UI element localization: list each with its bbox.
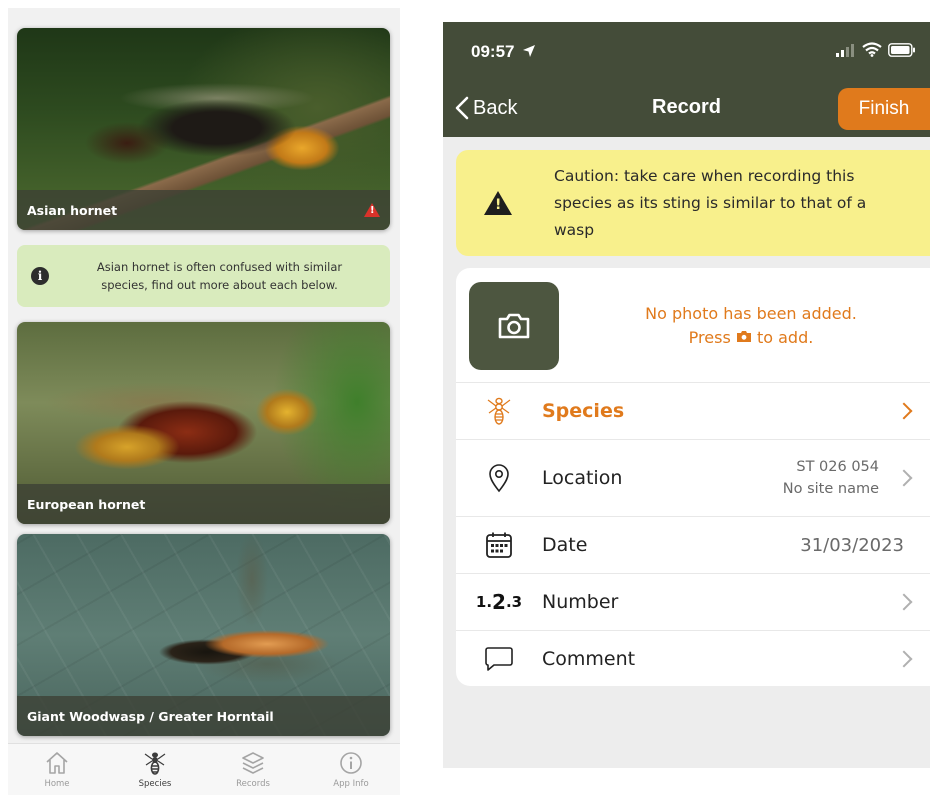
no-photo-message: No photo has been added. Press to add. (606, 302, 896, 350)
location-value: ST 026 054 No site name (783, 456, 879, 500)
species-card-giant-woodwasp[interactable]: Giant Woodwasp / Greater Horntail (17, 534, 390, 736)
location-grid-ref: ST 026 054 (796, 459, 879, 475)
caution-banner: Caution: take care when recording this s… (456, 150, 930, 256)
tab-label: App Info (333, 779, 369, 789)
no-photo-line1: No photo has been added. (645, 304, 857, 323)
comment-row[interactable]: Comment (456, 631, 930, 686)
tab-label: Species (138, 779, 172, 789)
status-bar-indicators (836, 42, 916, 57)
species-card-caption: European hornet (17, 484, 390, 524)
species-list-screen: Asian hornet i Asian hornet is often con… (8, 8, 400, 795)
bottom-tab-bar: Home Species Records App Info (8, 743, 400, 795)
camera-icon (498, 313, 530, 339)
cellular-signal-icon (836, 43, 854, 57)
info-banner: i Asian hornet is often confused with si… (17, 245, 390, 307)
species-card-caption: Giant Woodwasp / Greater Horntail (17, 696, 390, 736)
species-card-name: European hornet (27, 496, 146, 512)
comment-label: Comment (542, 647, 636, 670)
species-card-asian-hornet[interactable]: Asian hornet (17, 28, 390, 230)
info-icon: i (31, 267, 49, 285)
info-icon (340, 752, 362, 774)
location-site-name: No site name (782, 481, 879, 497)
location-label: Location (542, 467, 623, 489)
warning-icon (364, 203, 380, 217)
species-card-caption: Asian hornet (17, 190, 390, 230)
location-arrow-icon (523, 45, 536, 57)
camera-icon (736, 331, 751, 342)
no-photo-to-add: to add. (756, 328, 814, 347)
wasp-icon (483, 395, 515, 427)
calendar-icon (483, 529, 515, 561)
number-label: Number (542, 591, 619, 613)
chevron-right-icon (895, 469, 913, 487)
photo-row: No photo has been added. Press to add. (456, 268, 930, 383)
species-card-european-hornet[interactable]: European hornet (17, 322, 390, 524)
warning-icon (484, 191, 512, 215)
tab-species[interactable]: Species (106, 744, 204, 795)
date-row[interactable]: Date 31/03/2023 (456, 517, 930, 574)
record-details-panel: No photo has been added. Press to add. S… (456, 268, 930, 686)
home-icon (46, 752, 68, 774)
status-bar-time: 09:57 (471, 42, 536, 62)
finish-button[interactable]: Finish (838, 88, 930, 130)
layers-icon (242, 752, 264, 774)
tab-records[interactable]: Records (204, 744, 302, 795)
number-row[interactable]: 1. 2.3 Number (456, 574, 930, 631)
no-photo-line2: Press to add. (606, 326, 896, 350)
species-card-name: Asian hornet (27, 202, 118, 218)
species-card-name: Giant Woodwasp / Greater Horntail (27, 708, 274, 724)
chevron-right-icon (895, 402, 913, 420)
chevron-right-icon (895, 650, 913, 667)
no-photo-press: Press (688, 328, 731, 347)
species-row[interactable]: Species (456, 383, 930, 440)
speech-bubble-icon (483, 643, 515, 675)
tab-label: Records (236, 779, 270, 789)
add-photo-button[interactable] (469, 282, 559, 370)
caution-text: Caution: take care when recording this s… (554, 166, 867, 239)
map-pin-icon (483, 462, 515, 494)
header-bar: 09:57 Back Record Finish (443, 22, 930, 137)
wifi-icon (862, 42, 882, 57)
tab-home[interactable]: Home (8, 744, 106, 795)
chevron-right-icon (895, 593, 913, 611)
screenshot-root: Asian hornet i Asian hornet is often con… (0, 0, 930, 795)
status-time-text: 09:57 (471, 42, 515, 61)
battery-icon (888, 42, 915, 57)
date-value: 31/03/2023 (800, 534, 904, 556)
tab-app-info[interactable]: App Info (302, 744, 400, 795)
tab-label: Home (44, 779, 70, 789)
date-label: Date (542, 534, 588, 556)
location-row[interactable]: Location ST 026 054 No site name (456, 440, 930, 517)
species-label: Species (542, 400, 625, 422)
wasp-icon (144, 752, 166, 775)
number-icon: 1. 2.3 (475, 590, 523, 614)
record-screen: 09:57 Back Record Finish Caution: take c… (443, 22, 930, 768)
info-banner-text: Asian hornet is often confused with simi… (96, 260, 343, 292)
